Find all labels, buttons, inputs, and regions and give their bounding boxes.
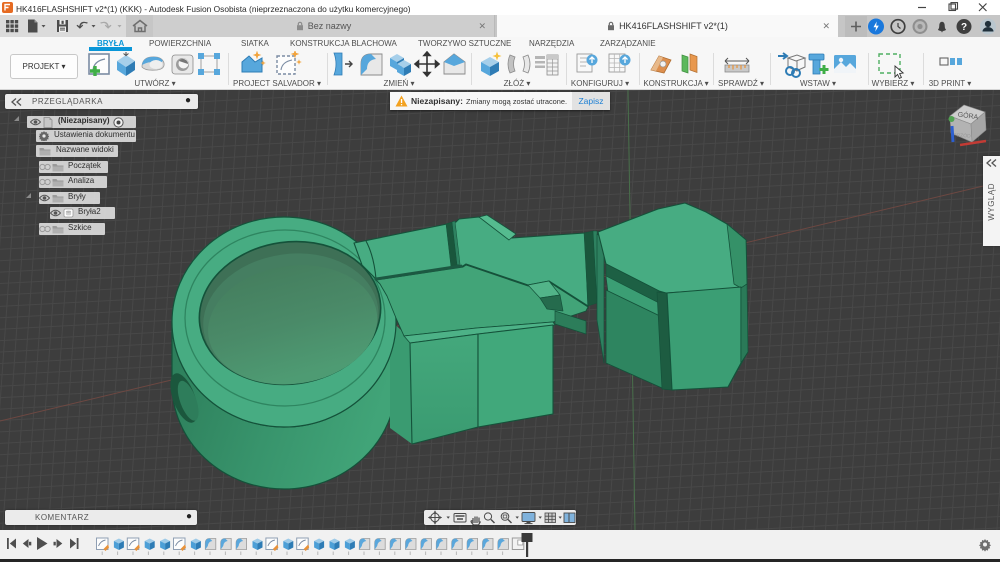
svg-text:?: ? bbox=[961, 22, 967, 33]
svg-text:PRZÓD: PRZÓD bbox=[953, 131, 971, 139]
